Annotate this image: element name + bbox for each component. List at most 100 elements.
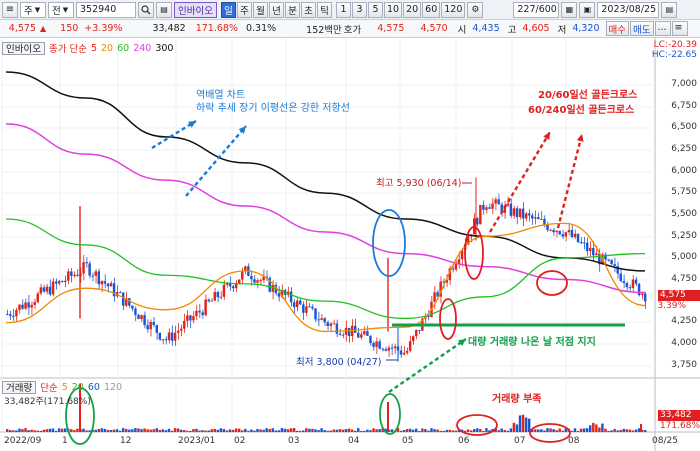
volume-bar [637,428,641,432]
menu-icon[interactable]: ≡ [2,1,18,18]
candle-body [164,339,168,341]
interval-button[interactable]: 120 [441,1,466,18]
time-tick-label: 08 [568,436,580,446]
buy-button[interactable]: 매수 [605,21,630,36]
volume-bar [421,428,424,432]
volume-bar [134,428,137,432]
interval-button[interactable]: 60 [422,1,441,18]
candle-body [592,247,595,256]
calendar-picker-icon[interactable]: ▤ [661,1,678,18]
annotation-cross1: 20/60일선 골든크로스 [538,90,638,101]
panel-menu-button[interactable]: ≡ [671,21,688,36]
candle-body [118,292,122,294]
volume-bar [561,430,564,432]
volume-bar [338,429,342,432]
candle-body [173,332,177,341]
current-pct-tag: 3.39% [657,301,686,311]
candle-body [222,284,226,297]
volume-bar [106,429,110,432]
candle-body [399,350,403,355]
volume-bar [512,422,516,432]
stock-name-badge[interactable]: 인바이오 [174,1,217,18]
market-select[interactable]: 주 ▼ [20,1,46,18]
candle-body [109,283,113,287]
interval-button[interactable]: 1 [335,1,351,18]
legend-stock-name[interactable]: 인바이오 [2,41,45,55]
candle-body [189,315,192,321]
volume-spike-bar [387,402,389,432]
candle-body [97,271,101,285]
volume-bar [418,430,421,432]
candle-body [357,332,360,338]
time-tick-label: 1 [62,436,68,446]
volume-bar [164,430,168,432]
period-button[interactable]: 월 [252,1,268,18]
period-button[interactable]: 주 [236,1,252,18]
price-tick-label: 5,000 [671,252,697,262]
candle-body [628,287,632,289]
period-button[interactable]: 일 [220,1,236,18]
interval-button[interactable]: 10 [383,1,403,18]
price-tick-label: 4,250 [671,316,697,326]
candle-body [335,323,339,334]
volume-bar [82,428,85,432]
candle-body [543,218,546,225]
volume-bar [408,428,412,432]
annotation-volume-short: 거래량 부족 [492,394,542,405]
candle-body [546,224,549,231]
candle-body [241,271,244,280]
more-button[interactable]: ... [654,21,671,36]
candle-body [637,283,641,296]
candle-body [433,292,436,302]
volume-bar [125,428,128,432]
candle-body [210,300,213,302]
period-button[interactable]: 분 [284,1,300,18]
period-button[interactable]: 년 [268,1,284,18]
annotation-low: 최저 3,800 (04/27) [296,357,382,368]
candle-body [213,292,217,301]
candle-body [418,329,421,331]
volume-bar [85,430,88,432]
volume-bar [186,430,189,432]
period-button[interactable]: 초 [300,1,316,18]
volume-bar [247,430,250,432]
annotation-high: 최고 5,930 (06/14) [376,178,462,189]
candle-body [595,253,598,256]
type-select[interactable]: 전 ▼ [48,1,74,18]
volume-bar [616,430,619,432]
candle-body [549,229,552,231]
volume-bar [54,430,58,432]
annotation-support: 대량 거래량 나온 날 저점 지지 [468,337,596,348]
list-icon[interactable]: ▤ [156,1,172,18]
search-icon[interactable] [138,1,154,18]
volume-bar [592,422,595,432]
volume-legend-name[interactable]: 거래량 [2,380,37,394]
volume-bar [515,424,519,432]
candle-body [317,319,320,321]
chart-type-icon[interactable]: ▦ [561,1,578,18]
volume-bar [482,430,485,432]
volume-bar [201,430,204,432]
candle-body [76,274,79,276]
date-input[interactable]: 2023/08/25 [597,1,660,18]
interval-button[interactable]: 5 [367,1,383,18]
interval-button[interactable]: 3 [351,1,367,18]
stock-code-input[interactable]: 352940 [76,1,136,18]
legend-ma60: 60 [117,42,130,54]
candle-body [219,296,223,298]
calendar-icon[interactable]: ▣ [579,1,596,18]
volume-bar [350,429,354,432]
sell-button[interactable]: 매도 [630,21,654,36]
period-button[interactable]: 틱 [316,1,332,18]
volume-bar [476,428,479,432]
data-count-input[interactable]: 227/600 [513,1,560,18]
candle-body [237,279,241,284]
settings-icon[interactable]: ⚙ [467,1,484,18]
volume-bar [323,430,326,432]
candle-body [121,292,125,306]
volume-bar [366,429,369,432]
volume-bar [100,428,104,432]
candle-body [134,308,137,315]
volume-bar [198,430,201,432]
interval-button[interactable]: 20 [403,1,422,18]
